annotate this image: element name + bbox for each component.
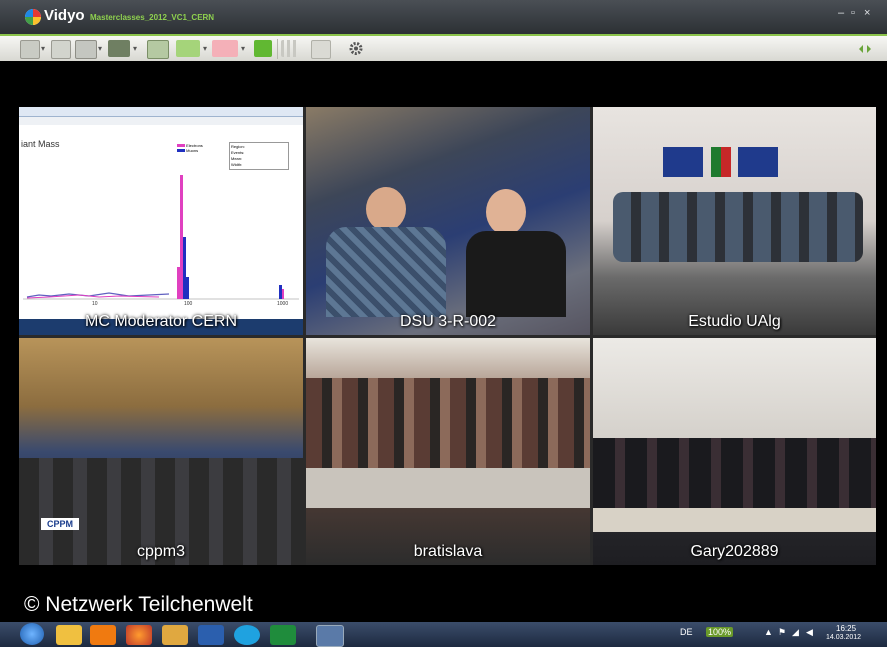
participant-face: [486, 189, 526, 235]
participant-face: [366, 187, 406, 231]
share-icon[interactable]: [108, 40, 130, 57]
participant-body: [326, 227, 446, 317]
language-indicator[interactable]: DE: [680, 627, 693, 637]
screen-window-titlebar: [19, 107, 303, 117]
app-name: Vidyo: [44, 7, 85, 24]
axis-tick: 1000: [277, 301, 289, 307]
vidyo-logo-icon: [25, 9, 41, 25]
display-icon[interactable]: [75, 40, 97, 59]
copyright-watermark: © Netzwerk Teilchenwelt: [24, 593, 253, 616]
signal-icon[interactable]: [858, 40, 872, 57]
camera-icon[interactable]: [254, 40, 272, 57]
settings-icon[interactable]: [347, 40, 365, 57]
word-icon[interactable]: [198, 625, 224, 645]
layout-icon[interactable]: [20, 40, 40, 59]
axis-tick: 100: [184, 301, 193, 307]
tile-label: DSU 3-R-002: [399, 313, 497, 330]
volume-icon[interactable]: ◀: [806, 627, 813, 638]
chevron-down-icon[interactable]: ▾: [203, 44, 207, 53]
dialpad-icon[interactable]: [281, 40, 299, 57]
participant-body: [466, 231, 566, 317]
speaker-icon[interactable]: [176, 40, 200, 57]
video-tile-cppm3[interactable]: CPPM cppm3: [19, 338, 303, 565]
tile-label: Gary202889: [690, 543, 779, 560]
clock-time[interactable]: 16:25: [836, 624, 856, 633]
self-view-icon[interactable]: [147, 40, 169, 59]
network-tray-icon[interactable]: ◢: [792, 627, 799, 638]
microphone-muted-icon[interactable]: [212, 40, 238, 57]
clock-date[interactable]: 14.03.2012: [826, 634, 861, 641]
title-bar: Vidyo Masterclasses_2012_VC1_CERN – ▫ ×: [0, 0, 887, 34]
flag: [663, 147, 703, 177]
chevron-down-icon[interactable]: ▾: [98, 44, 102, 53]
windows-taskbar: DE 100% ▲ ⚑ ◢ ◀ 16:25 14.03.2012: [0, 622, 887, 647]
toolbar: ▾ ▾ ▾ ▾ ▾: [0, 34, 887, 61]
conference-title: Masterclasses_2012_VC1_CERN: [90, 13, 215, 22]
vlc-icon[interactable]: [90, 625, 116, 645]
flag: [738, 147, 778, 177]
toolbar-divider: [277, 39, 278, 59]
minimize-button[interactable]: –: [838, 7, 844, 19]
chevron-down-icon[interactable]: ▾: [241, 44, 245, 53]
flag: [711, 147, 731, 177]
fullscreen-icon[interactable]: [51, 40, 71, 59]
close-button[interactable]: ×: [864, 7, 870, 19]
chevron-down-icon[interactable]: ▾: [133, 44, 137, 53]
explorer-icon[interactable]: [56, 625, 82, 645]
video-tile-estudio[interactable]: Estudio UAlg: [593, 107, 876, 335]
network-icon[interactable]: [311, 40, 331, 59]
windows-start-icon[interactable]: [20, 623, 44, 645]
screen-window-toolbar: [19, 117, 303, 125]
mass-histogram: [23, 175, 299, 300]
battery-indicator[interactable]: 100%: [706, 627, 734, 637]
chevron-down-icon[interactable]: ▾: [41, 44, 45, 53]
excel-icon[interactable]: [270, 625, 296, 645]
cppm-placard: CPPM: [41, 518, 79, 530]
tile-label: Estudio UAlg: [688, 313, 781, 330]
video-tile-gary[interactable]: Gary202889: [593, 338, 876, 565]
tray-arrow-icon[interactable]: ▲: [764, 627, 773, 637]
tile-label: bratislava: [413, 543, 483, 560]
audience: [613, 192, 863, 262]
restore-button[interactable]: ▫: [851, 7, 855, 19]
desk: [593, 508, 876, 532]
tile-label: cppm3: [136, 543, 186, 560]
tile-label: MC Moderator CERN: [84, 313, 238, 330]
vidyo-icon[interactable]: [316, 625, 344, 647]
desk: [306, 468, 590, 508]
audience: [593, 438, 876, 508]
video-tile-dsu[interactable]: DSU 3-R-002: [306, 107, 590, 335]
video-tile-mc-moderator[interactable]: iant Mass Electrons Muons Region: Events…: [19, 107, 303, 335]
video-tile-bratislava[interactable]: bratislava: [306, 338, 590, 565]
skype-icon[interactable]: [234, 625, 260, 645]
video-grid: iant Mass Electrons Muons Region: Events…: [19, 107, 876, 565]
photos-icon[interactable]: [162, 625, 188, 645]
flag-icon[interactable]: ⚑: [778, 627, 786, 638]
audience: [306, 378, 590, 478]
axis-tick: 10: [92, 301, 98, 307]
firefox-icon[interactable]: [126, 625, 152, 645]
